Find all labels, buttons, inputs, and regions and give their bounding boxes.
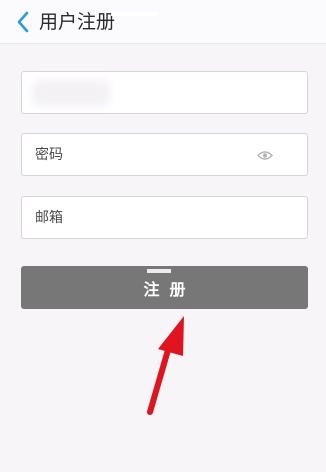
email-field[interactable] <box>21 196 308 239</box>
page-title: 用户注册 <box>39 11 116 33</box>
back-button[interactable] <box>10 9 36 35</box>
password-field[interactable] <box>21 133 308 176</box>
email-input[interactable] <box>22 197 307 238</box>
redacted-text <box>32 80 110 106</box>
username-field[interactable] <box>21 71 308 114</box>
image-artifact <box>147 269 171 273</box>
eye-icon <box>257 150 273 160</box>
password-visibility-toggle[interactable] <box>256 148 274 162</box>
chevron-left-icon <box>17 11 29 33</box>
header-bar: 用户注册 <box>0 0 326 44</box>
image-artifact <box>111 12 157 16</box>
